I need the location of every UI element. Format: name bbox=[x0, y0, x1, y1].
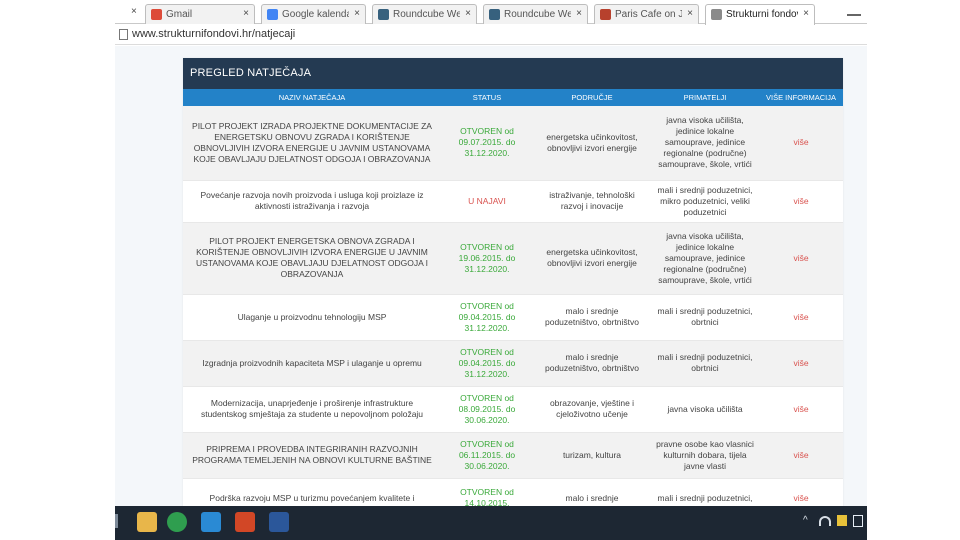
browser-tab[interactable]: Google kalendar × bbox=[261, 4, 366, 24]
tender-status: OTVOREN od 09.07.2015. do 31.12.2020. bbox=[441, 106, 533, 181]
flag-icon[interactable] bbox=[837, 515, 847, 526]
more-link[interactable]: više bbox=[759, 106, 843, 181]
tender-recipients: mali i srednji poduzetnici, obrtnici bbox=[651, 294, 759, 341]
page-icon bbox=[711, 9, 722, 20]
tender-status: OTVOREN od 08.09.2015. do 30.06.2020. bbox=[441, 386, 533, 433]
action-center-icon[interactable] bbox=[853, 515, 863, 527]
table-row: Povećanje razvoja novih proizvoda i uslu… bbox=[183, 180, 843, 223]
tender-name: PILOT PROJEKT ENERGETSKA OBNOVA ZGRADA I… bbox=[183, 222, 441, 295]
table-row: PRIPREMA I PROVEDBA INTEGRIRANIH RAZVOJN… bbox=[183, 432, 843, 479]
more-link[interactable]: više bbox=[759, 294, 843, 341]
browser-tab[interactable]: Roundcube Webmai × bbox=[483, 4, 588, 24]
table-row: Ulaganje u proizvodnu tehnologiju MSP OTV… bbox=[183, 294, 843, 341]
tender-area: energetska učinkovitost, obnovljivi izvo… bbox=[533, 222, 651, 295]
column-header: VIŠE INFORMACIJA bbox=[759, 89, 843, 106]
panel-title: PREGLED NATJEČAJA bbox=[183, 58, 843, 89]
table-row: Modernizacija, unaprjeđenje i proširenje… bbox=[183, 386, 843, 433]
tab-close-icon[interactable]: × bbox=[576, 8, 582, 19]
roundcube-icon bbox=[378, 9, 389, 20]
browser-tab[interactable]: Strukturni fondovi - × bbox=[705, 4, 815, 25]
tender-name: PILOT PROJEKT IZRADA PROJEKTNE DOKUMENTA… bbox=[183, 106, 441, 181]
jm-icon bbox=[600, 9, 611, 20]
browser-tab[interactable]: Paris Cafe on JM2 × bbox=[594, 4, 699, 24]
tender-area: energetska učinkovitost, obnovljivi izvo… bbox=[533, 106, 651, 181]
tender-name: Izgradnja proizvodnih kapaciteta MSP i u… bbox=[183, 340, 441, 387]
tab-close-icon[interactable]: × bbox=[243, 8, 249, 19]
tab-label: Gmail bbox=[166, 9, 193, 20]
tab-label: Google kalendar bbox=[282, 9, 349, 20]
google-icon bbox=[267, 9, 278, 20]
more-link[interactable]: više bbox=[759, 386, 843, 433]
tab-label: Roundcube Webmai bbox=[393, 9, 460, 20]
tender-status: OTVOREN od 09.04.2015. do 31.12.2020. bbox=[441, 340, 533, 387]
tab-close-icon[interactable]: × bbox=[465, 8, 471, 19]
browser-window: × Gmail×Google kalendar×Roundcube Webmai… bbox=[115, 0, 867, 540]
table-row: PILOT PROJEKT IZRADA PROJEKTNE DOKUMENTA… bbox=[183, 106, 843, 181]
browser-tab[interactable]: Gmail × bbox=[145, 4, 255, 24]
tab-close-icon[interactable]: × bbox=[131, 6, 137, 17]
table-header-row: NAZIV NATJEČAJA STATUS PODRUČJE PRIMATELJI V… bbox=[183, 89, 843, 106]
tray-chevron-icon[interactable]: ^ bbox=[803, 515, 808, 526]
tender-name: Modernizacija, unaprjeđenje i proširenje… bbox=[183, 386, 441, 433]
roundcube-icon bbox=[489, 9, 500, 20]
table-row: PILOT PROJEKT ENERGETSKA OBNOVA ZGRADA I… bbox=[183, 222, 843, 295]
tender-recipients: javna visoka učilišta, jedinice lokalne … bbox=[651, 106, 759, 181]
tender-name: Povećanje razvoja novih proizvoda i uslu… bbox=[183, 180, 441, 223]
file-explorer-icon[interactable] bbox=[137, 512, 157, 532]
tab-close-icon[interactable]: × bbox=[803, 8, 809, 19]
tender-area: malo i srednje poduzetništvo, obrtništvo bbox=[533, 294, 651, 341]
tender-status: OTVOREN od 19.06.2015. do 31.12.2020. bbox=[441, 222, 533, 295]
tender-area: turizam, kultura bbox=[533, 432, 651, 479]
address-bar[interactable]: www.strukturnifondovi.hr/natjecaji bbox=[115, 25, 867, 45]
network-icon[interactable] bbox=[819, 516, 831, 526]
tender-recipients: pravne osobe kao vlasnici kulturnih doba… bbox=[651, 432, 759, 479]
page-icon bbox=[119, 29, 128, 40]
tab-close-icon[interactable]: × bbox=[354, 8, 360, 19]
word-icon[interactable] bbox=[269, 512, 289, 532]
table-row: Izgradnja proizvodnih kapaciteta MSP i u… bbox=[183, 340, 843, 387]
minimize-icon[interactable] bbox=[847, 4, 861, 16]
tender-name: Ulaganje u proizvodnu tehnologiju MSP bbox=[183, 294, 441, 341]
page-content: PREGLED NATJEČAJA NAZIV NATJEČAJA STATUS P… bbox=[115, 46, 867, 519]
tab-label: Strukturni fondovi - bbox=[726, 9, 798, 20]
tab-label: Roundcube Webmai bbox=[504, 9, 571, 20]
tender-status: U NAJAVI bbox=[441, 180, 533, 223]
tender-recipients: javna visoka učilišta bbox=[651, 386, 759, 433]
tender-status: OTVOREN od 09.04.2015. do 31.12.2020. bbox=[441, 294, 533, 341]
more-link[interactable]: više bbox=[759, 340, 843, 387]
tab-label: Paris Cafe on JM2 bbox=[615, 9, 682, 20]
column-header: STATUS bbox=[441, 89, 533, 106]
tender-area: obrazovanje, vještine i cjeloživotno uče… bbox=[533, 386, 651, 433]
tenders-table: NAZIV NATJEČAJA STATUS PODRUČJE PRIMATELJI V… bbox=[183, 89, 843, 519]
column-header: PODRUČJE bbox=[533, 89, 651, 106]
powerpoint-icon[interactable] bbox=[235, 512, 255, 532]
more-link[interactable]: više bbox=[759, 222, 843, 295]
tender-name: PRIPREMA I PROVEDBA INTEGRIRANIH RAZVOJN… bbox=[183, 432, 441, 479]
tender-area: malo i srednje poduzetništvo, obrtništvo bbox=[533, 340, 651, 387]
gmail-icon bbox=[151, 9, 162, 20]
tab-close-icon[interactable]: × bbox=[687, 8, 693, 19]
tender-status: OTVOREN od 06.11.2015. do 30.06.2020. bbox=[441, 432, 533, 479]
tab-strip: × Gmail×Google kalendar×Roundcube Webmai… bbox=[115, 0, 867, 25]
url-text[interactable]: www.strukturnifondovi.hr/natjecaji bbox=[132, 28, 295, 40]
tender-area: istraživanje, tehnološki razvoj i inovac… bbox=[533, 180, 651, 223]
browser-tab[interactable]: Roundcube Webmai × bbox=[372, 4, 477, 24]
start-button[interactable] bbox=[115, 514, 118, 528]
internet-explorer-icon[interactable] bbox=[201, 512, 221, 532]
chrome-icon[interactable] bbox=[167, 512, 187, 532]
column-header: NAZIV NATJEČAJA bbox=[183, 89, 441, 106]
more-link[interactable]: više bbox=[759, 432, 843, 479]
tender-overview-panel: PREGLED NATJEČAJA NAZIV NATJEČAJA STATUS P… bbox=[183, 58, 843, 519]
tender-recipients: mali i srednji poduzetnici, obrtnici bbox=[651, 340, 759, 387]
taskbar: ^ bbox=[115, 506, 867, 540]
column-header: PRIMATELJI bbox=[651, 89, 759, 106]
tender-recipients: mali i srednji poduzetnici, mikro poduze… bbox=[651, 180, 759, 223]
more-link[interactable]: više bbox=[759, 180, 843, 223]
tender-recipients: javna visoka učilišta, jedinice lokalne … bbox=[651, 222, 759, 295]
